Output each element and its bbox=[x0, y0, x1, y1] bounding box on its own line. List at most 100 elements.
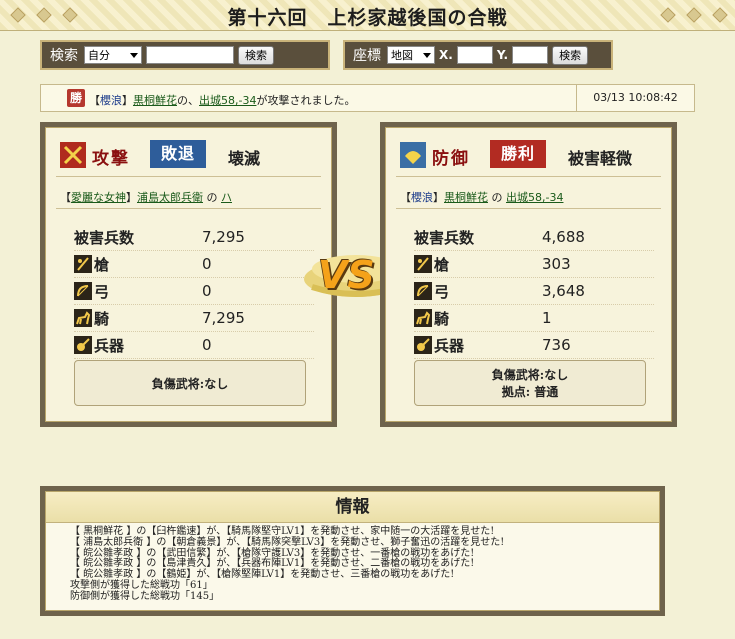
defender-stats: 被害兵数 4,688 槍 303 弓 3,648 騎1 兵器 736 bbox=[414, 224, 654, 359]
coord-map-value: 地図 bbox=[391, 49, 413, 62]
stat-value: 0 bbox=[202, 336, 212, 354]
stat-total-row: 被害兵数 4,688 bbox=[414, 224, 654, 251]
stat-value: 0 bbox=[202, 255, 212, 273]
attacker-alliance-link[interactable]: 愛麗な女神 bbox=[71, 191, 126, 204]
stat-value: 7,295 bbox=[202, 309, 245, 327]
stat-row-cavalry: 騎 7,295 bbox=[74, 305, 314, 332]
attacker-card: 攻撃 敗退 壊滅 【愛麗な女神】浦島太郎兵衛 の ハ 被害兵数 7,295 槍0 … bbox=[40, 122, 337, 427]
wounded-text: 負傷武将:なし bbox=[491, 368, 569, 382]
search-scope-select[interactable]: 自分 bbox=[84, 46, 142, 64]
divider bbox=[56, 208, 321, 209]
wounded-text: 負傷武将:なし bbox=[151, 376, 229, 391]
search-button[interactable]: 検索 bbox=[238, 45, 274, 65]
y-label: Y. bbox=[496, 48, 509, 62]
defender-target-link[interactable]: 出城58,-34 bbox=[506, 191, 563, 204]
search-label: 検索 bbox=[50, 48, 78, 64]
divider bbox=[56, 176, 321, 177]
attacker-stats: 被害兵数 7,295 槍0 弓0 騎 7,295 兵器 0 bbox=[74, 224, 314, 359]
info-log: 【 黒桐鮮花 】の【臼杵鑑速】が、【騎馬隊堅守LV1】を発動させ、家中随一の大活… bbox=[70, 526, 505, 603]
vs-text: VS bbox=[318, 253, 375, 297]
coord-map-select[interactable]: 地図 bbox=[387, 46, 435, 64]
victory-icon: 勝 bbox=[67, 89, 85, 107]
dropdown-arrow-icon bbox=[423, 53, 431, 58]
attacker-particle: の bbox=[206, 191, 218, 204]
result-badge: 勝利 bbox=[490, 140, 546, 168]
attacker-target-link[interactable]: ハ bbox=[221, 191, 232, 204]
stat-value: 0 bbox=[202, 282, 212, 300]
stat-row-spear: 槍 303 bbox=[414, 251, 654, 278]
notice-place-link[interactable]: 出城58,-34 bbox=[199, 94, 256, 107]
defense-label: 防御 bbox=[432, 149, 470, 169]
siege-weapon-icon bbox=[414, 336, 432, 354]
stat-name: 兵器 bbox=[434, 336, 465, 355]
x-label: X. bbox=[439, 48, 453, 62]
search-panel: 検索 自分 検索 bbox=[40, 40, 330, 70]
search-input[interactable] bbox=[146, 46, 234, 64]
coord-panel: 座標 地図 X. Y. 検索 bbox=[343, 40, 613, 70]
attacker-army: 【愛麗な女神】浦島太郎兵衛 の ハ bbox=[60, 191, 232, 204]
stat-name: 騎 bbox=[94, 309, 110, 328]
base-status-text: 拠点: 普通 bbox=[501, 385, 559, 399]
defender-player-link[interactable]: 黒桐鮮花 bbox=[444, 191, 488, 204]
search-scope-value: 自分 bbox=[88, 49, 110, 62]
bracket-open: 【 bbox=[89, 94, 100, 107]
coord-search-button[interactable]: 検索 bbox=[552, 45, 589, 65]
stat-value: 3,648 bbox=[542, 282, 585, 300]
title-bar: 第十六回 上杉家越後国の合戦 bbox=[0, 0, 735, 31]
defender-army: 【櫻浪】黒桐鮮花 の 出城58,-34 bbox=[400, 191, 564, 204]
notice-particle: の、 bbox=[177, 94, 199, 107]
wounded-box: 負傷武将:なし 拠点: 普通 bbox=[414, 360, 646, 406]
info-heading: 情報 bbox=[46, 492, 659, 523]
stat-name: 槍 bbox=[434, 255, 450, 274]
stat-row-cavalry: 騎1 bbox=[414, 305, 654, 332]
stat-value: 736 bbox=[542, 336, 571, 354]
stat-row-bow: 弓 3,648 bbox=[414, 278, 654, 305]
notice-suffix: が攻撃されました。 bbox=[256, 94, 356, 107]
notice-player-link[interactable]: 黒桐鮮花 bbox=[133, 94, 177, 107]
stat-total-value: 7,295 bbox=[202, 228, 245, 246]
stat-total-value: 4,688 bbox=[542, 228, 585, 246]
defender-card: 防御 勝利 被害軽微 【櫻浪】黒桐鮮花 の 出城58,-34 被害兵数 4,688… bbox=[380, 122, 677, 427]
spear-icon bbox=[74, 255, 92, 273]
stat-header: 被害兵数 bbox=[74, 228, 135, 247]
stat-row-bow: 弓0 bbox=[74, 278, 314, 305]
x-coord-input[interactable] bbox=[456, 46, 493, 64]
bracket-close: 】 bbox=[122, 94, 133, 107]
stat-name: 兵器 bbox=[94, 336, 125, 355]
stat-value: 303 bbox=[542, 255, 571, 273]
damage-level: 被害軽微 bbox=[568, 149, 633, 168]
log-line: 防御側が獲得した総戦功「145」 bbox=[70, 590, 220, 602]
battle-notice: 勝 【櫻浪】黒桐鮮花の、出城58,-34が攻撃されました。 03/13 10:0… bbox=[40, 84, 695, 112]
siege-weapon-icon bbox=[74, 336, 92, 354]
stat-name: 騎 bbox=[434, 309, 450, 328]
defender-alliance-link[interactable]: 櫻浪 bbox=[411, 191, 433, 204]
stat-name: 弓 bbox=[94, 282, 110, 301]
notice-message: 【櫻浪】黒桐鮮花の、出城58,-34が攻撃されました。 bbox=[89, 92, 355, 108]
page-title: 第十六回 上杉家越後国の合戦 bbox=[227, 7, 508, 29]
bow-icon bbox=[414, 282, 432, 300]
log-line: 【 浦島太郎兵衛 】の【朝倉義景】が、【騎馬隊突撃LV3】を発動させ、獅子奮迅の… bbox=[70, 536, 505, 548]
stat-name: 槍 bbox=[94, 255, 110, 274]
stat-value: 1 bbox=[542, 309, 552, 327]
stat-row-spear: 槍0 bbox=[74, 251, 314, 278]
stat-row-siege: 兵器 0 bbox=[74, 332, 314, 359]
spear-icon bbox=[414, 255, 432, 273]
divider bbox=[396, 176, 661, 177]
divider bbox=[396, 208, 661, 209]
stat-total-row: 被害兵数 7,295 bbox=[74, 224, 314, 251]
horse-icon bbox=[414, 309, 432, 327]
result-badge: 敗退 bbox=[150, 140, 206, 168]
stat-row-siege: 兵器 736 bbox=[414, 332, 654, 359]
horse-icon bbox=[74, 309, 92, 327]
attacker-player-link[interactable]: 浦島太郎兵衛 bbox=[137, 191, 203, 204]
shield-icon bbox=[400, 142, 426, 168]
y-coord-input[interactable] bbox=[512, 46, 549, 64]
defender-particle: の bbox=[491, 191, 503, 204]
attack-label: 攻撃 bbox=[92, 149, 130, 169]
info-panel: 情報 【 黒桐鮮花 】の【臼杵鑑速】が、【騎馬隊堅守LV1】を発動させ、家中随一… bbox=[40, 486, 665, 616]
notice-alliance[interactable]: 櫻浪 bbox=[100, 94, 122, 107]
bow-icon bbox=[74, 282, 92, 300]
wounded-box: 負傷武将:なし bbox=[74, 360, 306, 406]
stat-header: 被害兵数 bbox=[414, 228, 475, 247]
crossed-swords-icon bbox=[60, 142, 86, 168]
